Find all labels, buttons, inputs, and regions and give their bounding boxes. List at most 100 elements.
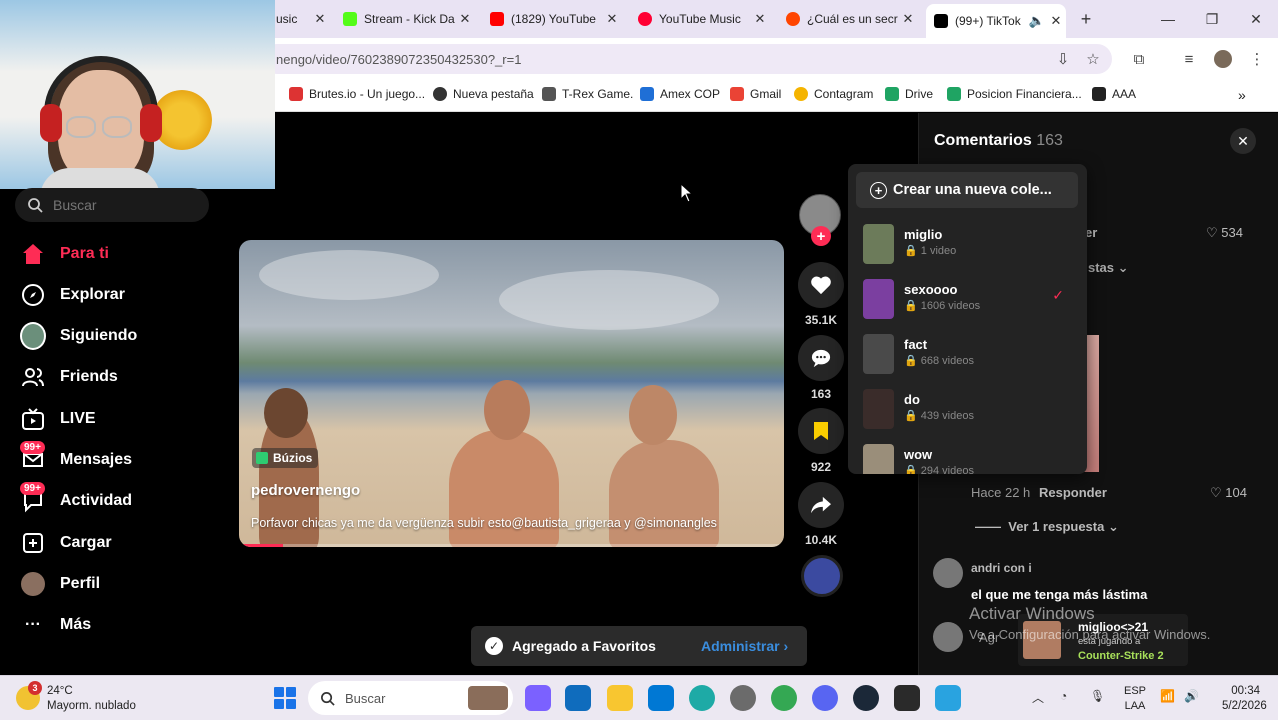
address-bar[interactable]: nengo/video/7602389072350432530?_r=1	[262, 44, 1112, 74]
tab-youtube[interactable]: (1829) YouTube ✕	[482, 4, 622, 34]
close-tab-icon[interactable]: ✕	[898, 11, 918, 27]
close-comments-button[interactable]: ✕	[1230, 128, 1256, 154]
like-button[interactable]	[798, 262, 844, 308]
tab-kick[interactable]: Stream - Kick Da ✕	[335, 4, 475, 34]
new-tab-button[interactable]: +	[1064, 0, 1108, 38]
microphone-icon[interactable]: 🎙	[1090, 689, 1105, 703]
profile-avatar-icon[interactable]	[1212, 48, 1234, 70]
wifi-icon[interactable]: 📶	[1160, 689, 1175, 703]
youtube-favicon-icon	[490, 12, 504, 26]
media-controls-icon[interactable]: ≡	[1178, 48, 1200, 70]
minimize-button[interactable]: —	[1146, 0, 1190, 38]
collection-count: 🔒 1 video	[904, 245, 957, 257]
manage-favorites-link[interactable]: Administrar ›	[701, 638, 788, 654]
bookmark-contagram[interactable]: Contagram	[794, 87, 873, 101]
weather-widget[interactable]: 3 24°C Mayorm. nublado	[16, 681, 156, 716]
collection-thumbnail	[863, 444, 894, 474]
nav-mensajes[interactable]: 99+ Mensajes	[20, 441, 132, 475]
collection-item[interactable]: sexoooo 🔒 1606 videos ✓	[863, 277, 1078, 321]
nav-explorar[interactable]: Explorar	[20, 280, 125, 310]
language-indicator[interactable]: ESP LAA	[1124, 684, 1146, 714]
video-player[interactable]: Búzios pedrovernengo Porfavor chicas ya …	[239, 240, 784, 547]
nav-para-ti[interactable]: Para ti	[20, 239, 109, 269]
install-app-icon[interactable]: ⇩	[1052, 48, 1074, 70]
close-tab-icon[interactable]: ✕	[310, 11, 330, 27]
video-person	[609, 440, 719, 547]
nav-actividad[interactable]: 99+ Actividad	[20, 482, 132, 516]
file-explorer-icon[interactable]	[607, 685, 633, 711]
close-tab-icon[interactable]: ✕	[602, 11, 622, 27]
location-tag[interactable]: Búzios	[252, 448, 319, 468]
tab-title: ¿Cuál es un secr	[807, 12, 898, 26]
edge-icon[interactable]	[689, 685, 715, 711]
close-tab-icon[interactable]: ✕	[750, 11, 770, 27]
close-window-button[interactable]: ✕	[1234, 0, 1278, 38]
tiktok-search[interactable]	[15, 188, 209, 222]
tab-music[interactable]: usic ✕	[268, 4, 330, 34]
view-more-replies[interactable]: —— Ver 1 respuesta ⌄	[975, 519, 1119, 535]
nav-label: Cargar	[60, 534, 112, 551]
chrome-icon[interactable]	[771, 685, 797, 711]
restore-button[interactable]: ❐	[1190, 0, 1234, 38]
clock[interactable]: 00:34 5/2/2026	[1222, 684, 1267, 714]
bookmark-trex[interactable]: T-Rex Game.	[542, 87, 633, 101]
nav-perfil[interactable]: Perfil	[20, 569, 100, 599]
nav-label: Explorar	[60, 286, 125, 303]
comment-button[interactable]	[798, 335, 844, 381]
nav-live[interactable]: LIVE	[20, 404, 96, 434]
more-bookmarks-icon[interactable]: »	[1238, 87, 1246, 103]
nav-friends[interactable]: Friends	[20, 362, 118, 392]
nav-mas[interactable]: ··· Más	[20, 610, 91, 640]
taskbar-search[interactable]: Buscar	[308, 681, 513, 715]
reply-button[interactable]: Responder	[1039, 485, 1107, 500]
bookmark-aaa[interactable]: AAA	[1092, 87, 1136, 101]
comment-like[interactable]: ♡ 104	[1210, 485, 1247, 501]
follow-plus-button[interactable]: +	[811, 226, 831, 246]
tab-youtube-music[interactable]: YouTube Music ✕	[630, 4, 770, 34]
commenter-name[interactable]: andri con i	[971, 561, 1032, 575]
bookmark-amex[interactable]: Amex COP	[640, 87, 720, 101]
video-progress-bar[interactable]	[239, 544, 784, 547]
bookmark-star-icon[interactable]: ☆	[1082, 48, 1104, 70]
settings-icon[interactable]	[730, 685, 756, 711]
bookmark-posicion[interactable]: Posicion Financiera...	[947, 87, 1082, 101]
facebook-app-icon[interactable]	[935, 685, 961, 711]
steam-icon[interactable]	[853, 685, 879, 711]
collection-item[interactable]: wow 🔒 294 videos	[863, 442, 1078, 474]
speaker-icon[interactable]: 🔈	[1028, 13, 1046, 29]
video-username[interactable]: pedrovernengo	[251, 482, 360, 499]
view-replies-fragment[interactable]: stas ⌄	[1088, 260, 1129, 276]
tab-tiktok[interactable]: (99+) TikTok 🔈 ✕	[926, 4, 1066, 38]
collection-item[interactable]: do 🔒 439 videos	[863, 387, 1078, 431]
volume-icon[interactable]: 🔊	[1184, 689, 1199, 703]
discord-icon[interactable]	[812, 685, 838, 711]
comment-text: el que me tenga más lástima	[971, 587, 1148, 602]
tab-reddit[interactable]: ¿Cuál es un secr ✕	[778, 4, 918, 34]
search-input[interactable]	[53, 197, 193, 213]
bookmark-drive[interactable]: Drive	[885, 87, 933, 101]
store-icon[interactable]	[648, 685, 674, 711]
collection-item[interactable]: fact 🔒 668 videos	[863, 332, 1078, 376]
save-button[interactable]	[798, 408, 844, 454]
windows-start-icon[interactable]	[274, 687, 296, 709]
share-button[interactable]	[798, 482, 844, 528]
show-hidden-icons[interactable]: ︿	[1032, 689, 1044, 706]
epic-games-icon[interactable]	[894, 685, 920, 711]
collection-item[interactable]: miglio 🔒 1 video	[863, 222, 1078, 266]
music-disc-icon[interactable]	[801, 555, 843, 597]
network-icon[interactable]: ◔	[1060, 689, 1067, 703]
close-tab-icon[interactable]: ✕	[1046, 13, 1066, 29]
copilot-icon[interactable]	[525, 685, 551, 711]
bookmark-brutes[interactable]: Brutes.io - Un juego...	[289, 87, 425, 101]
browser-menu-icon[interactable]: ⋮	[1246, 48, 1268, 70]
bookmark-nueva-pestana[interactable]: Nueva pestaña	[433, 87, 534, 101]
create-collection-button[interactable]: + Crear una nueva cole...	[856, 172, 1078, 208]
bookmark-gmail[interactable]: Gmail	[730, 87, 781, 101]
extensions-icon[interactable]: ⧉	[1128, 48, 1150, 70]
nav-siguiendo[interactable]: Siguiendo	[20, 321, 137, 351]
commenter-avatar[interactable]	[933, 558, 963, 588]
nav-cargar[interactable]: Cargar	[20, 528, 112, 558]
outlook-icon[interactable]	[565, 685, 591, 711]
close-tab-icon[interactable]: ✕	[455, 11, 475, 27]
comment-like[interactable]: ♡ 534	[1206, 225, 1243, 241]
